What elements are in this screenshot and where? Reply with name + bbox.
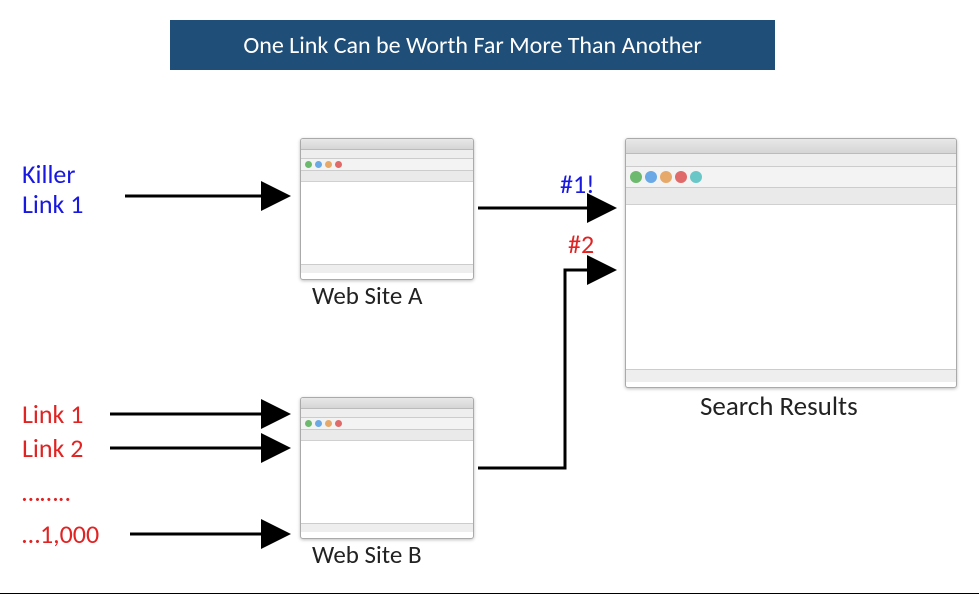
window-titlebar (301, 139, 473, 150)
toolbar-icon (660, 171, 672, 183)
window-titlebar (301, 398, 473, 409)
toolbar-icon (630, 171, 642, 183)
window-bookmark-bar (301, 171, 473, 182)
window-toolbar (626, 167, 956, 188)
links-ellipsis: …….. (22, 478, 71, 507)
website-b-window (300, 397, 474, 539)
toolbar-icon (315, 420, 322, 427)
rank-1-label: #1! (560, 170, 595, 199)
toolbar-icon (675, 171, 687, 183)
link-2-label: Link 2 (22, 434, 83, 463)
link-1-label: Link 1 (22, 400, 83, 429)
window-content (626, 205, 956, 369)
toolbar-icon (690, 171, 702, 183)
window-tabbar (301, 150, 473, 159)
search-results-window (625, 138, 957, 388)
website-b-label: Web Site B (312, 541, 422, 569)
website-a-window (300, 138, 474, 280)
window-bookmark-bar (301, 430, 473, 441)
toolbar-icon (315, 161, 322, 168)
window-status-bar (301, 523, 473, 532)
toolbar-icon (325, 420, 332, 427)
window-status-bar (301, 264, 473, 273)
arrow-b-to-search (478, 270, 614, 468)
toolbar-icon (335, 161, 342, 168)
window-toolbar (301, 418, 473, 430)
rank-2-label: #2 (568, 230, 594, 259)
toolbar-icon (645, 171, 657, 183)
window-titlebar (626, 139, 956, 154)
killer-link-label-1: Killer (22, 160, 75, 189)
killer-link-label-2: Link 1 (22, 190, 83, 219)
search-results-label: Search Results (700, 392, 858, 422)
window-toolbar (301, 159, 473, 171)
window-status-bar (626, 369, 956, 382)
window-content (301, 182, 473, 264)
window-bookmark-bar (626, 188, 956, 205)
toolbar-icon (305, 420, 312, 427)
window-tabbar (626, 154, 956, 167)
window-content (301, 441, 473, 523)
title-text: One Link Can be Worth Far More Than Anot… (243, 31, 701, 60)
window-tabbar (301, 409, 473, 418)
website-a-label: Web Site A (312, 282, 422, 310)
toolbar-icon (335, 420, 342, 427)
link-1000-label: …1,000 (22, 520, 99, 549)
toolbar-icon (325, 161, 332, 168)
title-banner: One Link Can be Worth Far More Than Anot… (170, 20, 775, 70)
toolbar-icon (305, 161, 312, 168)
